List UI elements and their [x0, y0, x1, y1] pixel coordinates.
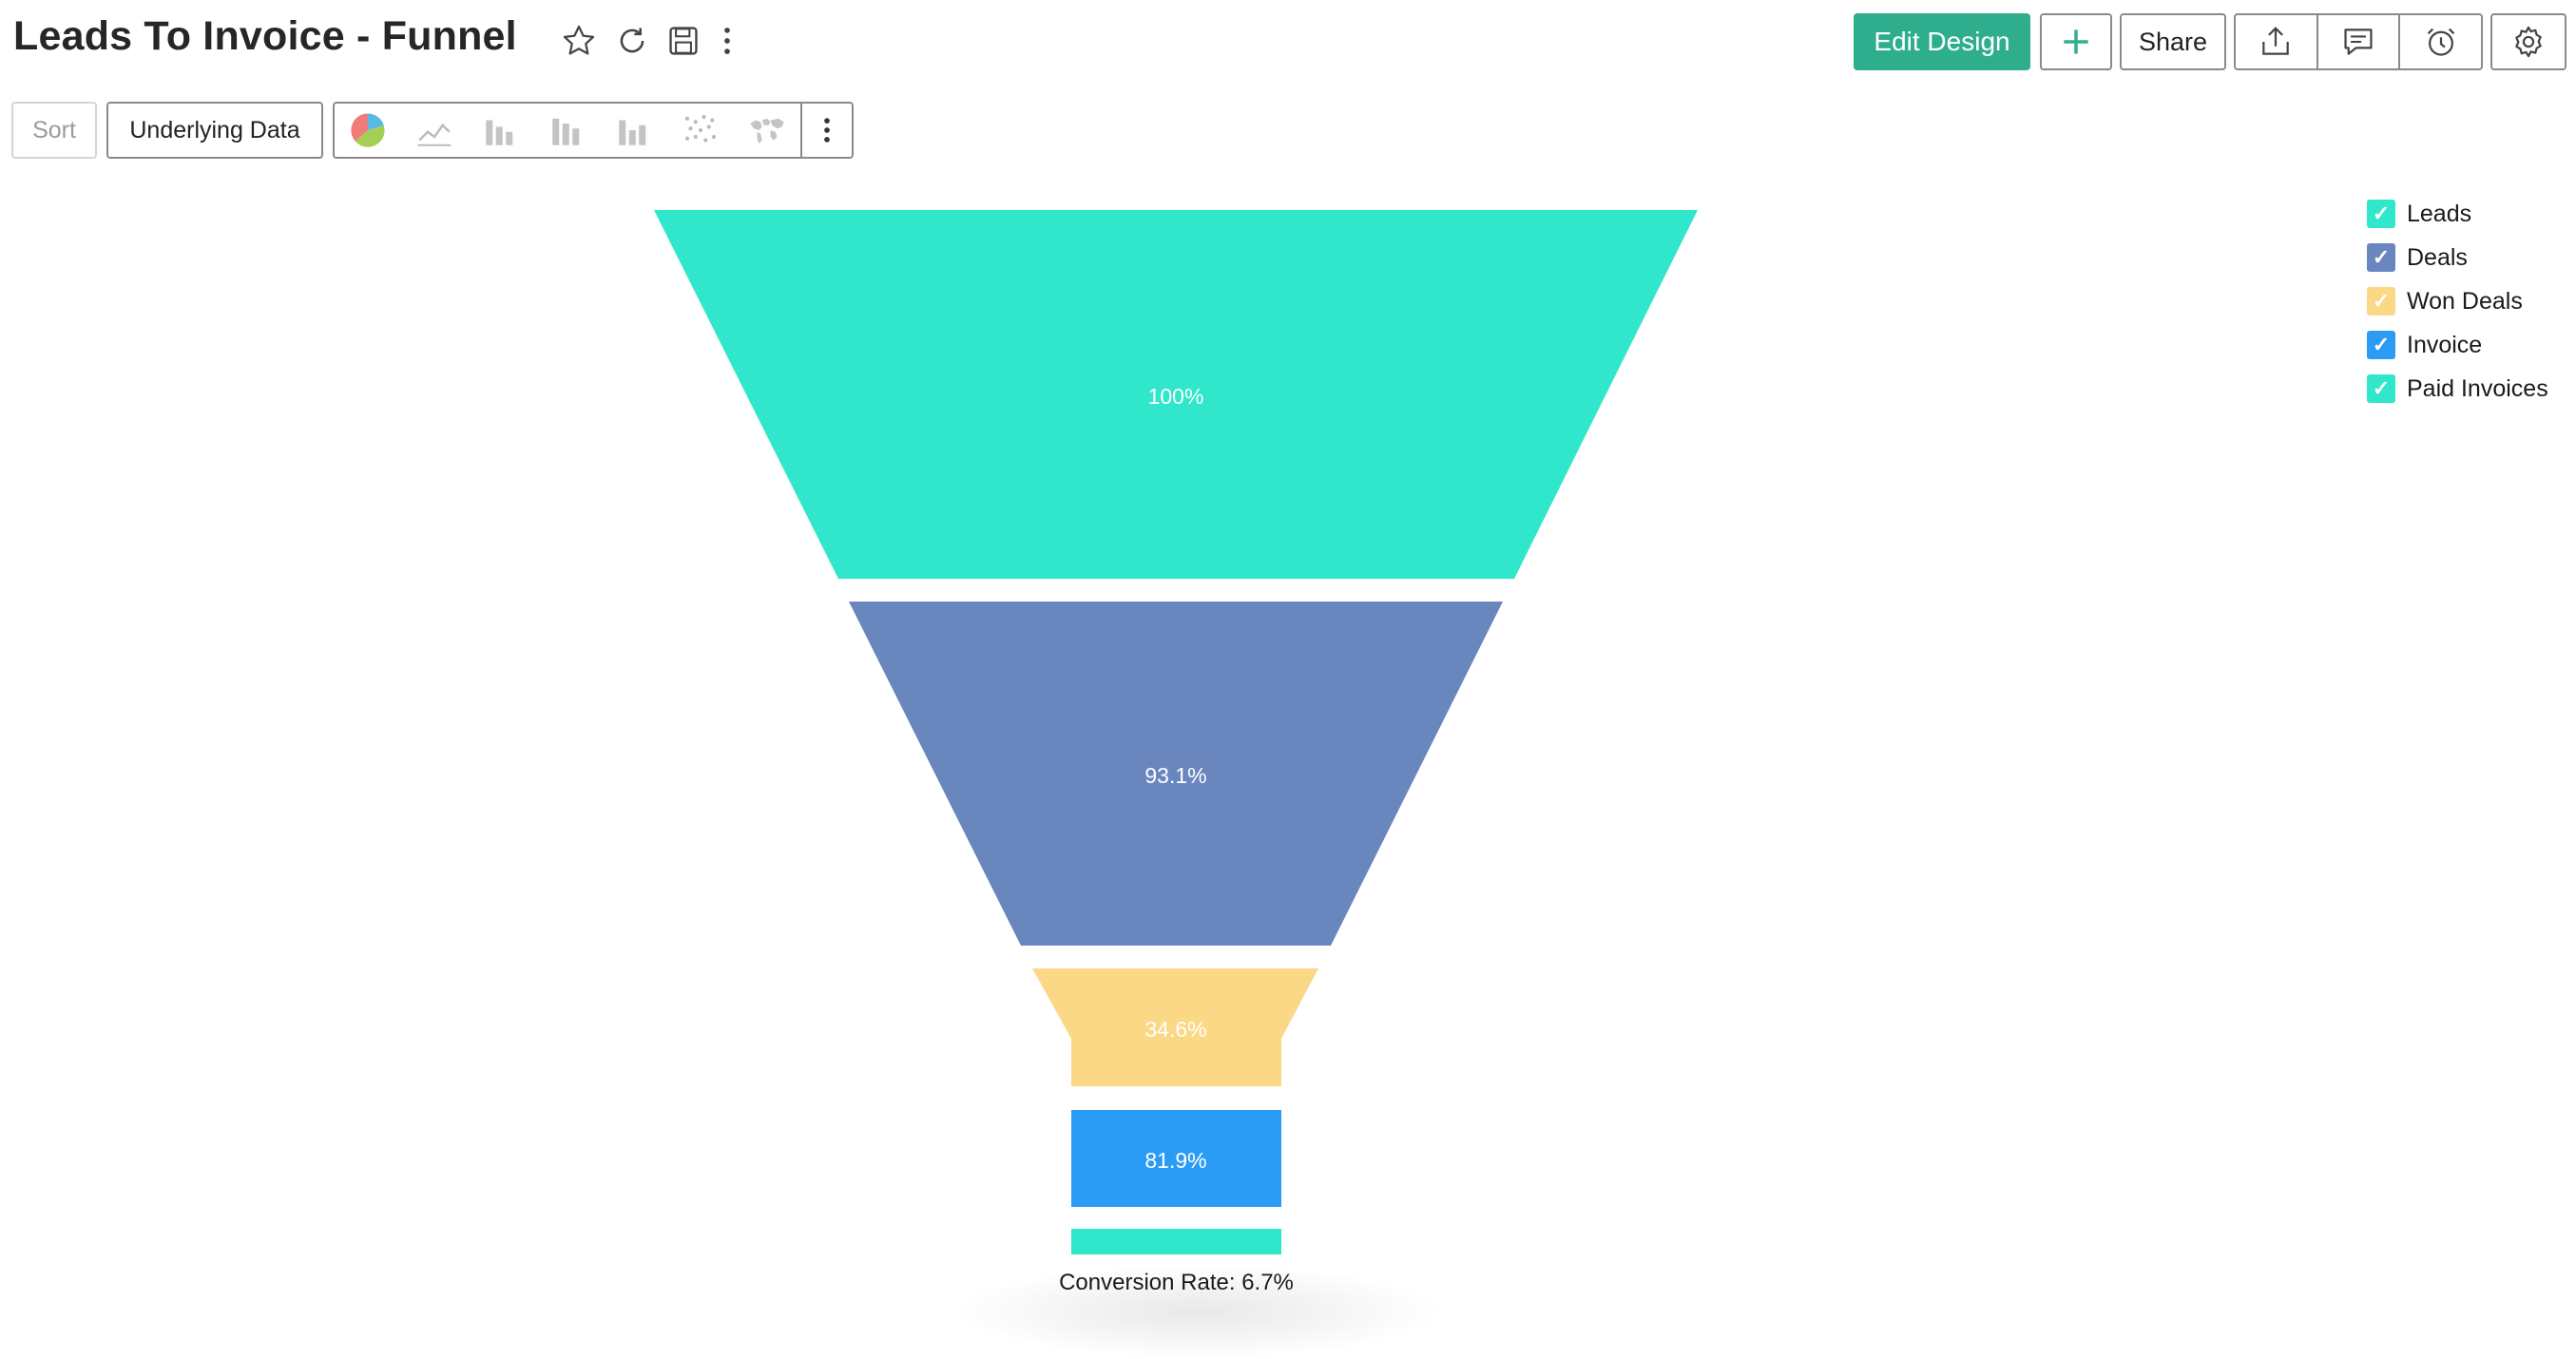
schedule-button[interactable]: [2400, 15, 2481, 68]
header-bar: Leads To Invoice - Funnel Edit Design Sh…: [0, 0, 2576, 95]
bar-chart-icon: [486, 120, 513, 145]
checkbox-checked-icon[interactable]: ✓: [2367, 200, 2395, 228]
comment-button[interactable]: [2318, 15, 2401, 68]
more-vertical-icon[interactable]: [703, 17, 751, 65]
line-chart-button[interactable]: [401, 104, 468, 157]
export-icon: [2262, 27, 2290, 55]
line-chart-icon: [417, 123, 452, 146]
chart-toolbar: Sort Underlying Data: [0, 95, 951, 171]
sort-button[interactable]: Sort: [11, 102, 97, 159]
funnel-chart: 100% 93.1% 34.6% 81.9% Conversion Rate: 6.7…: [0, 181, 2576, 1359]
funnel-value-label: 100%: [1148, 384, 1204, 409]
legend-item-paid-invoices[interactable]: ✓ Paid Invoices: [2367, 367, 2571, 411]
checkbox-checked-icon[interactable]: ✓: [2367, 331, 2395, 359]
chart-type-switcher: [333, 102, 854, 159]
add-button[interactable]: [2040, 13, 2112, 70]
bar-chart-button[interactable]: [468, 104, 534, 157]
legend-label: Deals: [2407, 243, 2468, 271]
checkbox-checked-icon[interactable]: ✓: [2367, 287, 2395, 316]
plus-icon: [2064, 29, 2088, 54]
legend-label: Leads: [2407, 200, 2472, 227]
funnel-chart-svg: 100% 93.1% 34.6% 81.9%: [654, 210, 1698, 1254]
combo-bar-chart-button[interactable]: [601, 104, 667, 157]
legend-item-leads[interactable]: ✓ Leads: [2367, 192, 2571, 236]
funnel-value-label: 34.6%: [1144, 1017, 1206, 1042]
header-action-group: [2234, 13, 2483, 70]
pie-chart-icon: [351, 113, 385, 147]
funnel-value-label: 93.1%: [1144, 763, 1206, 788]
funnel-segment-paid-invoices[interactable]: [1071, 1229, 1281, 1254]
scatter-chart-button[interactable]: [667, 104, 734, 157]
edit-design-button[interactable]: Edit Design: [1854, 13, 2030, 70]
underlying-data-button[interactable]: Underlying Data: [106, 102, 323, 159]
star-icon[interactable]: [555, 17, 603, 65]
page-title: Leads To Invoice - Funnel: [13, 13, 517, 59]
more-vertical-icon: [824, 118, 830, 143]
comment-icon: [2344, 29, 2373, 55]
conversion-rate-label: Conversion Rate: 6.7%: [1059, 1270, 1294, 1295]
checkbox-checked-icon[interactable]: ✓: [2367, 243, 2395, 272]
stacked-bar-chart-button[interactable]: [534, 104, 601, 157]
gear-icon: [2515, 26, 2542, 58]
refresh-icon[interactable]: [608, 17, 656, 65]
checkbox-checked-icon[interactable]: ✓: [2367, 374, 2395, 403]
legend-label: Invoice: [2407, 331, 2483, 358]
alarm-clock-icon: [2427, 28, 2454, 56]
save-icon[interactable]: [660, 17, 707, 65]
world-map-icon: [750, 118, 784, 144]
map-chart-button[interactable]: [734, 104, 800, 157]
funnel-value-label: 81.9%: [1144, 1148, 1206, 1173]
combo-bar-chart-icon: [619, 120, 646, 145]
stacked-bar-chart-icon: [552, 118, 580, 145]
legend-item-invoice[interactable]: ✓ Invoice: [2367, 323, 2571, 367]
legend-item-deals[interactable]: ✓ Deals: [2367, 236, 2571, 279]
chart-more-options-button[interactable]: [800, 104, 852, 157]
export-button[interactable]: [2236, 15, 2318, 68]
legend-label: Paid Invoices: [2407, 374, 2548, 402]
legend-item-won-deals[interactable]: ✓ Won Deals: [2367, 279, 2571, 323]
share-button[interactable]: Share: [2120, 13, 2226, 70]
scatter-chart-icon: [684, 114, 717, 143]
chart-legend: ✓ Leads ✓ Deals ✓ Won Deals ✓ Invoice ✓ Paid Invo…: [2367, 192, 2571, 411]
settings-button[interactable]: [2490, 13, 2566, 70]
pie-chart-button[interactable]: [335, 104, 401, 157]
legend-label: Won Deals: [2407, 287, 2523, 315]
